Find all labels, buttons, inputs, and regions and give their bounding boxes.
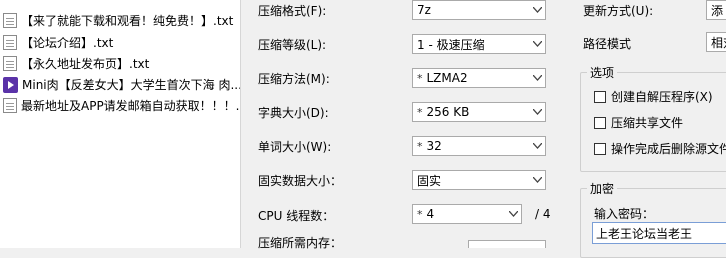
text-file-icon — [3, 56, 17, 71]
password-label: 输入密码： — [594, 207, 655, 221]
format-label: 压缩格式(F): — [258, 4, 327, 18]
solid-select[interactable]: 固实 — [412, 170, 546, 190]
level-value: 1 - 极速压缩 — [417, 37, 485, 52]
method-select[interactable]: * LZMA2 — [412, 68, 546, 88]
update-label: 更新方式(U): — [583, 4, 654, 18]
file-list-panel: 【来了就能下载和观看！纯免费！】.txt 【论坛介绍】.txt 【永久地址发布页… — [0, 0, 241, 248]
password-value: 上老王论坛当老王 — [596, 226, 693, 241]
cpu-value: 4 — [426, 207, 435, 221]
word-value: 32 — [426, 139, 442, 153]
shared-files-checkbox[interactable]: 压缩共享文件 — [594, 114, 683, 131]
cpu-total: / 4 — [535, 207, 551, 221]
chevron-down-icon — [529, 103, 545, 121]
dict-value: 256 KB — [426, 105, 470, 119]
chevron-down-icon — [529, 1, 545, 19]
format-select[interactable]: 7z — [412, 0, 546, 20]
solid-label: 固实数据大小： — [258, 174, 343, 188]
text-file-icon — [3, 13, 17, 28]
update-select[interactable]: 添 — [706, 0, 726, 20]
text-file-icon — [3, 98, 17, 113]
list-item[interactable]: Mini肉【反差女大】大学生首次下海 肉... — [0, 74, 240, 95]
list-item[interactable]: 【永久地址发布页】.txt — [0, 53, 240, 74]
checkbox-label: 压缩共享文件 — [611, 116, 684, 130]
options-title: 选项 — [587, 64, 618, 81]
file-name: 【论坛介绍】.txt — [21, 36, 114, 50]
path-select[interactable]: 相对 — [706, 32, 726, 52]
file-name: 最新地址及APP请发邮箱自动获取！！！... — [21, 99, 240, 113]
video-file-icon — [3, 76, 18, 93]
dict-select[interactable]: * 256 KB — [412, 102, 546, 122]
list-item[interactable]: 最新地址及APP请发邮箱自动获取！！！... — [0, 95, 240, 116]
method-label: 压缩方法(M): — [258, 72, 330, 86]
file-name: 【永久地址发布页】.txt — [21, 57, 150, 71]
path-value: 相对 — [711, 35, 726, 50]
file-name: 【来了就能下载和观看！纯免费！】.txt — [21, 14, 234, 28]
solid-value: 固实 — [417, 173, 442, 188]
starred-marker: * — [417, 105, 423, 119]
sfx-checkbox[interactable]: 创建自解压程序(X) — [594, 88, 713, 105]
chevron-down-icon — [529, 171, 545, 189]
memory-label: 压缩所需内存： — [258, 236, 343, 250]
cpu-label: CPU 线程数： — [258, 209, 335, 223]
list-item[interactable]: 【来了就能下载和观看！纯免费！】.txt — [0, 10, 240, 31]
chevron-down-icon — [529, 35, 545, 53]
format-value: 7z — [417, 3, 431, 17]
update-value: 添 — [711, 3, 724, 18]
path-label: 路径模式 — [583, 37, 632, 51]
memory-value-box — [468, 240, 546, 248]
word-label: 单词大小(W): — [258, 140, 332, 154]
starred-marker: * — [417, 207, 423, 221]
file-name: Mini肉【反差女大】大学生首次下海 肉... — [22, 78, 240, 92]
cpu-select[interactable]: * 4 — [412, 204, 522, 224]
checkbox-box[interactable] — [594, 116, 606, 129]
chevron-down-icon — [529, 137, 545, 155]
checkbox-label: 操作完成后删除源文件 — [611, 142, 726, 156]
checkbox-label: 创建自解压程序(X) — [611, 90, 713, 104]
chevron-down-icon — [529, 69, 545, 87]
password-input[interactable]: 上老王论坛当老王 — [592, 222, 726, 244]
chevron-down-icon — [505, 205, 521, 223]
dict-label: 字典大小(D): — [258, 106, 329, 120]
level-select[interactable]: 1 - 极速压缩 — [412, 34, 546, 54]
text-file-icon — [3, 35, 17, 50]
encrypt-title: 加密 — [587, 180, 618, 197]
word-select[interactable]: * 32 — [412, 136, 546, 156]
checkbox-box[interactable] — [594, 142, 606, 155]
checkbox-box[interactable] — [594, 90, 606, 103]
starred-marker: * — [417, 139, 423, 153]
method-value: LZMA2 — [426, 71, 468, 85]
delete-source-checkbox[interactable]: 操作完成后删除源文件 — [594, 140, 726, 157]
starred-marker: * — [417, 71, 423, 85]
list-item[interactable]: 【论坛介绍】.txt — [0, 32, 240, 53]
level-label: 压缩等级(L): — [258, 38, 327, 52]
